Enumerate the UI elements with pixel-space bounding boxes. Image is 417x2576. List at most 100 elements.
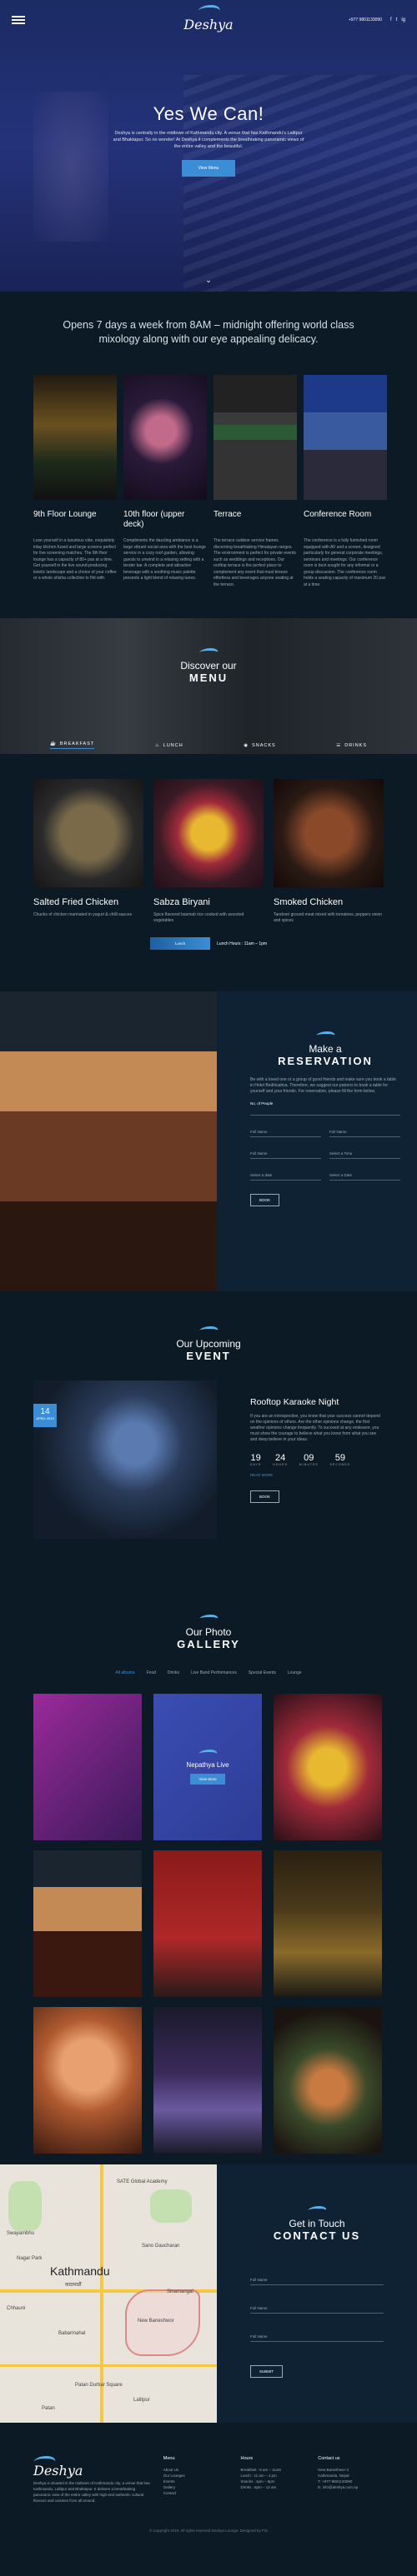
footer-logo[interactable]: Deshya xyxy=(31,2456,152,2479)
lounge-title: Conference Room xyxy=(304,510,372,519)
tab-lunch[interactable]: ♨ LUNCH xyxy=(155,741,183,749)
snacks-icon: ◉ xyxy=(244,742,249,748)
lounge-image xyxy=(304,375,387,500)
people-field[interactable] xyxy=(250,1106,400,1116)
full-name-field[interactable]: Full Name xyxy=(250,1127,321,1137)
hero-content: Yes We Can! Deshya is centrally in the m… xyxy=(0,103,417,177)
dish-card[interactable]: Smoked Chicken Tandoori ground meat mixe… xyxy=(274,779,384,924)
tab-breakfast[interactable]: ☕ BREAKFAST xyxy=(50,741,95,749)
event-section: Our Upcoming EVENT 14 APRIL 2019 Rooftop… xyxy=(0,1291,417,1581)
lounge-card[interactable]: Conference Room The conference is a full… xyxy=(304,375,387,588)
footer-link-lounges[interactable]: Our Lounges xyxy=(163,2473,229,2479)
field-row: Full Name Full Name xyxy=(250,1127,400,1137)
contact-message-field[interactable]: Full Name xyxy=(250,2332,384,2342)
footer-link-gallery[interactable]: Gallery xyxy=(163,2484,229,2490)
map[interactable]: SATE Global Academy Nagar Park Kathmandu… xyxy=(0,2164,217,2423)
lounge-title: 10th floor (upper deck) xyxy=(123,510,185,529)
gallery-item[interactable] xyxy=(33,1850,142,1997)
gallery-heading: Our Photo GALLERY xyxy=(33,1615,384,1650)
select-time-field[interactable]: Select a Time xyxy=(329,1149,400,1159)
submit-button[interactable]: SUBMIT xyxy=(250,2365,284,2378)
menu-heading-large: MENU xyxy=(188,671,229,684)
tab-special-events[interactable]: Special Events xyxy=(249,1670,276,1675)
bird-icon xyxy=(305,2206,329,2214)
footer-link-events[interactable]: Events xyxy=(163,2479,229,2484)
map-park xyxy=(150,2189,192,2223)
tab-live-band[interactable]: Live Band Performances xyxy=(191,1670,237,1675)
tab-label: BREAKFAST xyxy=(59,741,95,746)
lounge-card[interactable]: 9th Floor Lounge Lose yourself in a luxu… xyxy=(33,375,117,588)
tab-all-albums[interactable]: All albums xyxy=(115,1670,134,1675)
contact-email-field[interactable]: Full Name xyxy=(250,2304,384,2314)
view-more-button[interactable]: View More xyxy=(190,1774,225,1785)
dish-card[interactable]: Salted Fried Chicken Chunks of chicken m… xyxy=(33,779,143,924)
lounge-card[interactable]: 10th floor (upper deck) Compliments the … xyxy=(123,375,207,588)
map-label: Patan Durbar Square xyxy=(75,2383,123,2388)
map-label: Lalitpur xyxy=(133,2398,150,2403)
footer-about-text: Deshya is situated in the midtown of Kat… xyxy=(33,2481,150,2503)
dish-card[interactable]: Sabza Biryani Spice flavored basmati ric… xyxy=(153,779,264,924)
top-right: +977 9801133090 f t ig xyxy=(349,17,405,22)
site-logo[interactable]: Deshya xyxy=(183,5,234,32)
gallery-item[interactable] xyxy=(274,1694,382,1840)
reservation-photo xyxy=(0,991,217,1291)
footer: Deshya Deshya is situated in the midtown… xyxy=(0,2423,417,2529)
countdown-days: 19 DAYS xyxy=(250,1453,262,1466)
tab-snacks[interactable]: ◉ SNACKS xyxy=(244,741,275,749)
countdown-hours: 24 HOURS xyxy=(273,1453,288,1466)
tab-drinks[interactable]: Drinks xyxy=(168,1670,179,1675)
read-more-link[interactable]: READ MORE xyxy=(250,1473,384,1477)
lunch-row: Lunch Lunch Hours : 11am – 1pm xyxy=(0,937,417,950)
drinks-icon: ☱ xyxy=(336,742,342,748)
select-date-field[interactable]: Select a date xyxy=(250,1171,321,1181)
instagram-icon[interactable]: ig xyxy=(401,17,405,22)
event-info: Rooftop Karaoke Night If you are an intr… xyxy=(250,1380,384,1539)
email-field[interactable]: Select a Date xyxy=(329,1171,400,1181)
overlay-title: Nepathya Live xyxy=(186,1761,229,1769)
copyright: © Copyright 2019. All rights reserved De… xyxy=(149,2529,268,2533)
hours-line: Snacks : 4pm – 6pm xyxy=(240,2479,275,2484)
menu-icon[interactable] xyxy=(12,16,25,24)
phone-number[interactable]: +977 9801133090 xyxy=(349,17,382,22)
gallery-item[interactable] xyxy=(33,2007,142,2154)
phone-field[interactable]: Full Name xyxy=(250,1149,321,1159)
hero-text: Deshya is centrally in the midtown of Ka… xyxy=(113,131,304,149)
tab-lounge[interactable]: Lounge xyxy=(288,1670,302,1675)
lunch-button[interactable]: Lunch xyxy=(149,937,211,950)
footer-link-about[interactable]: About Us xyxy=(163,2467,229,2473)
breakfast-icon: ☕ xyxy=(50,741,57,746)
gallery-item[interactable] xyxy=(274,2007,382,2154)
gallery-section: Our Photo GALLERY All albums Food Drinks… xyxy=(0,1581,417,2164)
gallery-item[interactable] xyxy=(153,1850,262,1997)
event-heading-large: EVENT xyxy=(186,1350,231,1362)
full-name-field-2[interactable]: Full Name xyxy=(329,1127,400,1137)
gallery-item[interactable]: Nepathya Live View More xyxy=(153,1694,262,1840)
lounge-card[interactable]: Terrace The terrace outdoor service fram… xyxy=(214,375,297,588)
tab-food[interactable]: Food xyxy=(146,1670,155,1675)
event-heading: Our Upcoming EVENT xyxy=(33,1326,384,1362)
facebook-icon[interactable]: f xyxy=(390,17,392,22)
twitter-icon[interactable]: t xyxy=(396,17,398,22)
view-menu-button[interactable]: View Menu xyxy=(181,160,236,177)
gallery-item[interactable] xyxy=(33,1694,142,1840)
event-book-button[interactable]: BOOK xyxy=(250,1490,280,1503)
lounge-title: 9th Floor Lounge xyxy=(33,510,97,519)
menu-banner-overlay xyxy=(0,618,417,754)
lounge-image xyxy=(123,375,207,500)
book-button[interactable]: BOOK xyxy=(250,1194,280,1206)
dish-image xyxy=(274,779,384,887)
dishes-list: Salted Fried Chicken Chunks of chicken m… xyxy=(0,754,417,924)
lounge-text: The terrace outdoor service frames disce… xyxy=(214,538,296,587)
footer-link-contact[interactable]: Contact xyxy=(163,2490,229,2496)
lounge-image xyxy=(214,375,297,500)
contact-line[interactable]: T: +977-9801133090 xyxy=(318,2479,384,2484)
contact-name-field[interactable]: Full Name xyxy=(250,2275,384,2285)
scroll-down-icon[interactable]: ⌄ xyxy=(205,276,212,285)
contact-line[interactable]: E: info@deshya.com.np xyxy=(318,2484,384,2490)
footer-logo-text: Deshya xyxy=(33,2463,83,2479)
map-road xyxy=(0,2364,217,2367)
gallery-item[interactable] xyxy=(274,1850,382,1997)
tab-drinks[interactable]: ☱ DRINKS xyxy=(336,741,367,749)
gallery-item[interactable] xyxy=(153,2007,262,2154)
hours-line: Drinks : 6pm – 12 am xyxy=(240,2485,277,2489)
